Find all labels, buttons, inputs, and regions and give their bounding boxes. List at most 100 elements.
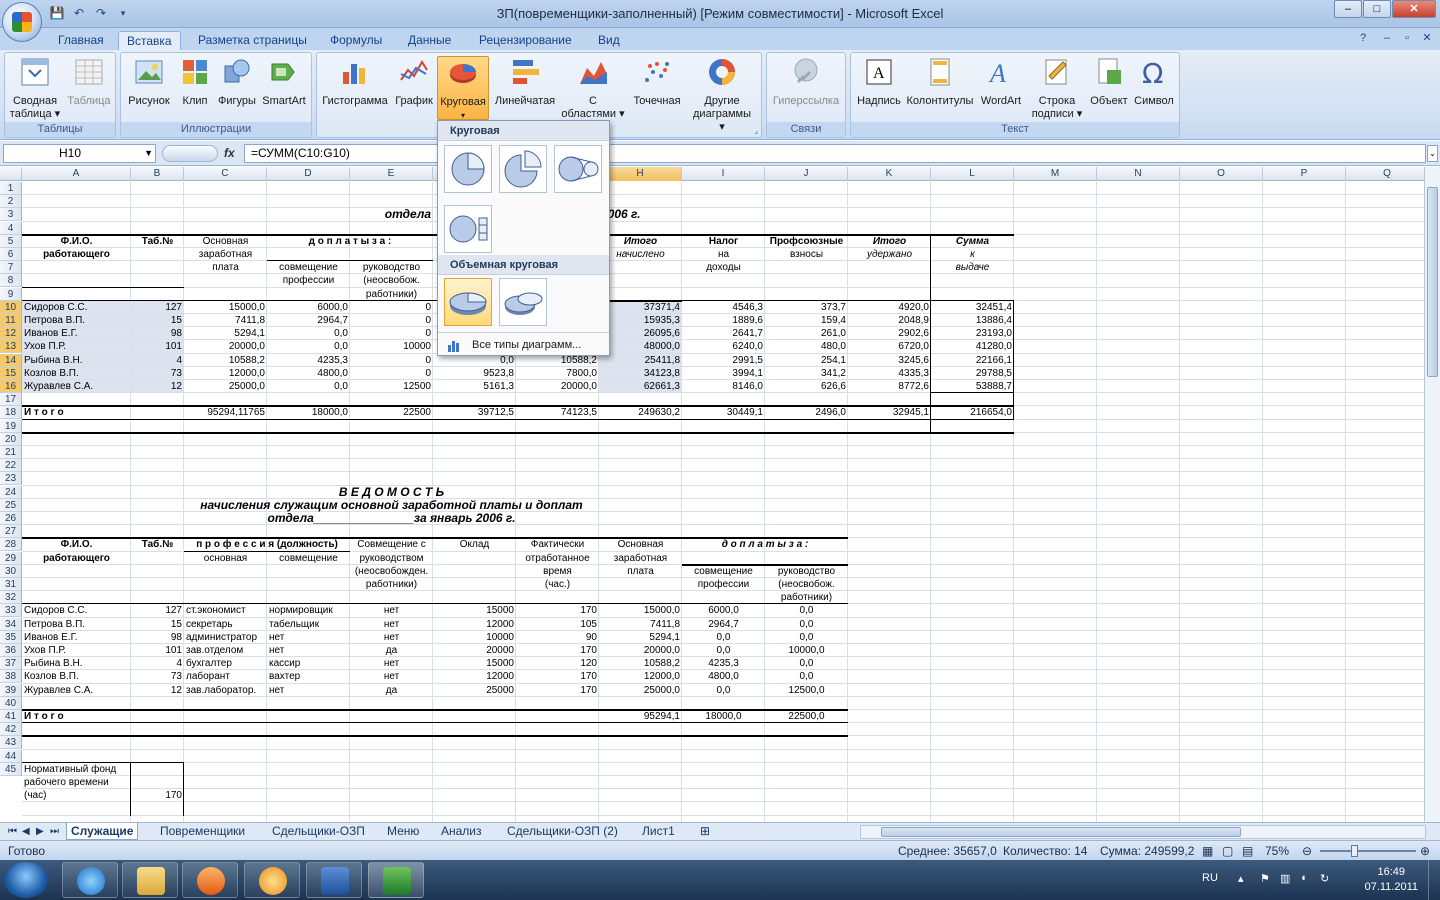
column-header-q[interactable]: Q [1346, 167, 1429, 181]
tab-home[interactable]: Главная [50, 31, 112, 50]
row-header[interactable]: 33 [0, 604, 22, 618]
row-header[interactable]: 14 [0, 353, 22, 367]
row-header[interactable]: 31 [0, 578, 22, 591]
charts-dialog-launcher-icon[interactable]: ⌟ [754, 126, 758, 135]
sheet-tab-sdelshchiki-ozp-2[interactable]: Сдельщики-ОЗП (2) [503, 823, 622, 840]
taskbar-ie[interactable] [62, 862, 118, 898]
hyperlink-button[interactable]: Гиперссылка [769, 56, 843, 108]
tab-page-layout[interactable]: Разметка страницы [190, 31, 315, 50]
row-header[interactable]: 39 [0, 683, 22, 697]
row-header[interactable]: 43 [0, 736, 22, 750]
insert-sheet-icon[interactable]: ⊞ [696, 823, 714, 840]
last-sheet-nav-icon[interactable]: ⏭ [46, 823, 63, 840]
scatter-chart-button[interactable]: Точечная [625, 56, 689, 108]
header-footer-button[interactable]: Колонтитулы [905, 56, 975, 108]
row-header[interactable]: 24 [0, 485, 22, 499]
close-button[interactable]: ✕ [1392, 0, 1436, 18]
worksheet-grid[interactable]: Ротдела2006 г.Ф.И.О.работающегоТаб.№Осно… [22, 182, 1424, 822]
row-header[interactable]: 20 [0, 432, 22, 446]
taskbar-media-player[interactable] [182, 862, 238, 898]
select-all-corner[interactable] [0, 167, 22, 181]
tab-view[interactable]: Вид [590, 31, 628, 50]
column-header-c[interactable]: C [184, 167, 267, 181]
column-header-j[interactable]: J [765, 167, 848, 181]
row-header[interactable]: 44 [0, 749, 22, 763]
pie-chart-button[interactable]: Круговая ▾ [437, 56, 489, 120]
signature-line-button[interactable]: Строка подписи ▾ [1027, 56, 1087, 121]
pie-3d-option[interactable] [444, 278, 492, 326]
line-chart-button[interactable]: График [391, 56, 437, 108]
row-header[interactable]: 28 [0, 538, 22, 552]
ribbon-restore-icon[interactable]: ▫ [1400, 31, 1414, 45]
area-chart-button[interactable]: С областями ▾ [561, 56, 625, 121]
row-header[interactable]: 10 [0, 300, 22, 314]
page-break-view-icon[interactable]: ▤ [1242, 844, 1253, 858]
row-header[interactable]: 11 [0, 314, 22, 327]
horizontal-scrollbar[interactable] [860, 825, 1426, 839]
row-header[interactable]: 9 [0, 287, 22, 301]
bar-chart-button[interactable]: Линейчатая [489, 56, 561, 108]
row-header[interactable]: 12 [0, 327, 22, 341]
zoom-level[interactable]: 75% [1265, 844, 1289, 858]
shapes-button[interactable]: Фигуры [215, 56, 259, 108]
update-icon[interactable]: ↻ [1320, 872, 1329, 885]
taskbar-app[interactable] [244, 862, 300, 898]
column-header-e[interactable]: E [350, 167, 433, 181]
object-button[interactable]: Объект [1087, 56, 1131, 108]
row-header[interactable]: 35 [0, 630, 22, 644]
chevron-down-icon[interactable]: ▼ [144, 145, 153, 162]
row-header[interactable]: 36 [0, 644, 22, 657]
help-icon[interactable]: ? [1356, 31, 1370, 45]
histogram-button[interactable]: Гистограмма [319, 56, 391, 108]
tab-review[interactable]: Рецензирование [471, 31, 580, 50]
column-header-m[interactable]: M [1014, 167, 1097, 181]
row-header[interactable]: 4 [0, 221, 22, 235]
formula-bar-splitter[interactable] [162, 145, 218, 162]
column-header-d[interactable]: D [267, 167, 350, 181]
row-header[interactable]: 3 [0, 208, 22, 222]
sheet-tab-sdelshchiki-ozp[interactable]: Сдельщики-ОЗП [268, 823, 369, 840]
table-button[interactable]: Таблица [63, 56, 115, 108]
pie-of-pie-option[interactable] [554, 145, 602, 193]
row-header[interactable]: 7 [0, 261, 22, 275]
minimize-button[interactable]: – [1334, 0, 1362, 18]
column-header-h[interactable]: H [599, 167, 682, 181]
formula-input[interactable]: =СУММ(C10:G10) [244, 144, 1426, 163]
tray-expand-icon[interactable]: ▴ [1238, 872, 1244, 885]
row-header[interactable]: 25 [0, 498, 22, 512]
row-header[interactable]: 27 [0, 525, 22, 539]
pivot-table-button[interactable]: Сводная таблица ▾ [7, 56, 63, 121]
sheet-tab-menu[interactable]: Меню [383, 823, 423, 840]
vertical-scrollbar[interactable] [1424, 167, 1440, 822]
name-box[interactable]: H10 ▼ [3, 144, 156, 163]
row-header[interactable]: 8 [0, 274, 22, 288]
insert-function-icon[interactable]: fx [224, 146, 235, 160]
taskbar-word[interactable] [306, 862, 362, 898]
row-header[interactable]: 42 [0, 723, 22, 737]
row-header[interactable]: 41 [0, 710, 22, 723]
normal-view-icon[interactable]: ▦ [1202, 844, 1213, 858]
row-header[interactable]: 15 [0, 366, 22, 380]
row-header[interactable]: 2 [0, 195, 22, 209]
row-header[interactable]: 18 [0, 406, 22, 420]
textbox-button[interactable]: A Надпись [853, 56, 905, 108]
expand-formula-icon[interactable]: ⌄ [1427, 145, 1438, 162]
volume-icon[interactable]: ◖ [1300, 872, 1307, 884]
column-header-b[interactable]: B [131, 167, 184, 181]
other-charts-button[interactable]: Другие диаграммы ▾ [689, 56, 755, 134]
pie-2d-option[interactable] [444, 145, 492, 193]
row-header[interactable]: 45 [0, 762, 22, 776]
show-desktop-button[interactable] [1428, 860, 1440, 900]
row-header[interactable]: 13 [0, 340, 22, 354]
start-button[interactable] [4, 862, 48, 898]
row-header[interactable]: 21 [0, 446, 22, 459]
sheet-tab-analysis[interactable]: Анализ [437, 823, 486, 840]
tab-data[interactable]: Данные [400, 31, 459, 50]
row-header[interactable]: 34 [0, 617, 22, 631]
column-header-l[interactable]: L [931, 167, 1014, 181]
clip-button[interactable]: Клип [175, 56, 215, 108]
smartart-button[interactable]: SmartArt [259, 56, 309, 108]
maximize-button[interactable]: □ [1363, 0, 1391, 18]
page-layout-view-icon[interactable]: ▢ [1222, 844, 1233, 858]
wordart-button[interactable]: A WordArt [975, 56, 1027, 108]
